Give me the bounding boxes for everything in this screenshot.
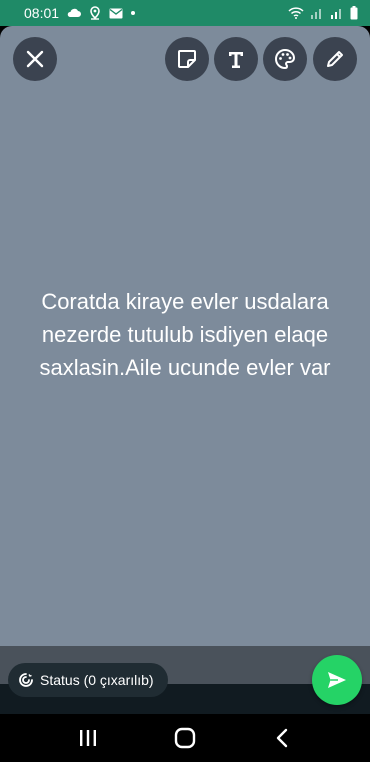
system-nav-bar — [0, 714, 370, 762]
status-text[interactable]: Coratda kiraye evler usdalara nezerde tu… — [12, 285, 358, 384]
audience-label: Status (0 çıxarılıb) — [40, 672, 154, 688]
status-bar: 08:01 — [0, 0, 370, 26]
mail-icon — [109, 8, 123, 19]
home-button[interactable] — [155, 718, 215, 758]
pencil-icon — [327, 51, 343, 67]
back-button[interactable] — [252, 718, 312, 758]
close-icon — [26, 50, 44, 68]
text-button[interactable] — [214, 37, 258, 81]
battery-icon — [350, 6, 358, 20]
draw-button[interactable] — [313, 37, 357, 81]
wifi-icon — [288, 7, 304, 19]
clock: 08:01 — [24, 5, 60, 21]
text-icon — [229, 52, 243, 68]
location-icon — [89, 6, 101, 20]
back-icon — [276, 728, 287, 748]
send-button[interactable] — [312, 655, 362, 705]
privacy-icon — [19, 673, 33, 687]
status-audience-button[interactable]: Status (0 çıxarılıb) — [8, 663, 168, 697]
recent-apps-button[interactable] — [58, 718, 118, 758]
sticker-button[interactable] — [165, 37, 209, 81]
signal-icon-1 — [310, 7, 324, 19]
send-icon — [328, 672, 346, 688]
close-button[interactable] — [13, 37, 57, 81]
palette-icon — [275, 48, 296, 70]
notification-dot-icon — [131, 11, 136, 15]
cloud-icon — [67, 8, 82, 18]
home-icon — [174, 727, 196, 749]
signal-icon-2 — [330, 7, 344, 19]
palette-button[interactable] — [263, 37, 307, 81]
sticker-icon — [178, 50, 196, 68]
recent-apps-icon — [80, 730, 97, 746]
